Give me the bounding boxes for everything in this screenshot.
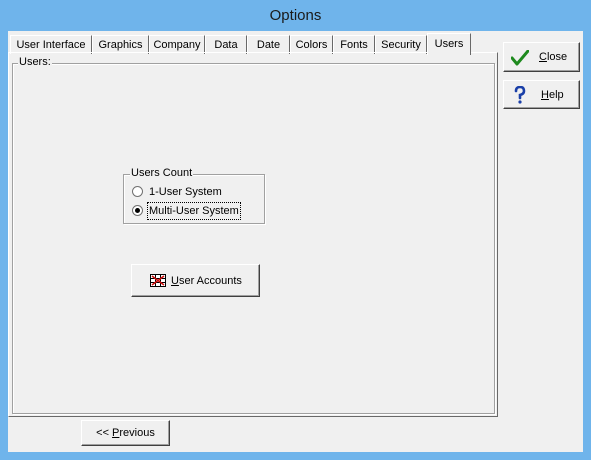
- checkmark-icon: [510, 49, 530, 66]
- dialog-client-area: User Interface Graphics Company Data Dat…: [8, 31, 583, 452]
- radio-button-unchecked[interactable]: [132, 186, 143, 197]
- user-accounts-label: User Accounts: [171, 275, 242, 287]
- users-count-group: Users Count 1-User System Multi-User Sys…: [123, 167, 265, 224]
- help-label: Help: [541, 89, 564, 101]
- question-mark-icon: [513, 85, 527, 104]
- window-title: Options: [269, 7, 322, 24]
- users-count-legend: Users Count: [130, 167, 194, 179]
- radio-label-1-user: 1-User System: [149, 186, 222, 198]
- options-window: Options User Interface Graphics Company …: [0, 0, 591, 460]
- user-accounts-icon: [150, 274, 166, 287]
- help-button[interactable]: Help: [503, 80, 580, 109]
- radio-button-checked[interactable]: [132, 205, 143, 216]
- users-group: Users: Users Count 1-User System Multi-U…: [12, 56, 495, 414]
- users-group-legend: Users:: [18, 56, 52, 68]
- user-accounts-button[interactable]: User Accounts: [131, 264, 260, 297]
- previous-label: << Previous: [96, 427, 155, 439]
- users-tab-page: Users: Users Count 1-User System Multi-U…: [8, 52, 498, 417]
- tab-users[interactable]: Users: [427, 33, 471, 55]
- close-label: Close: [539, 51, 568, 63]
- close-button[interactable]: Close: [503, 42, 580, 72]
- previous-button[interactable]: << Previous: [81, 420, 170, 446]
- radio-label-multi-user: Multi-User System: [147, 202, 241, 220]
